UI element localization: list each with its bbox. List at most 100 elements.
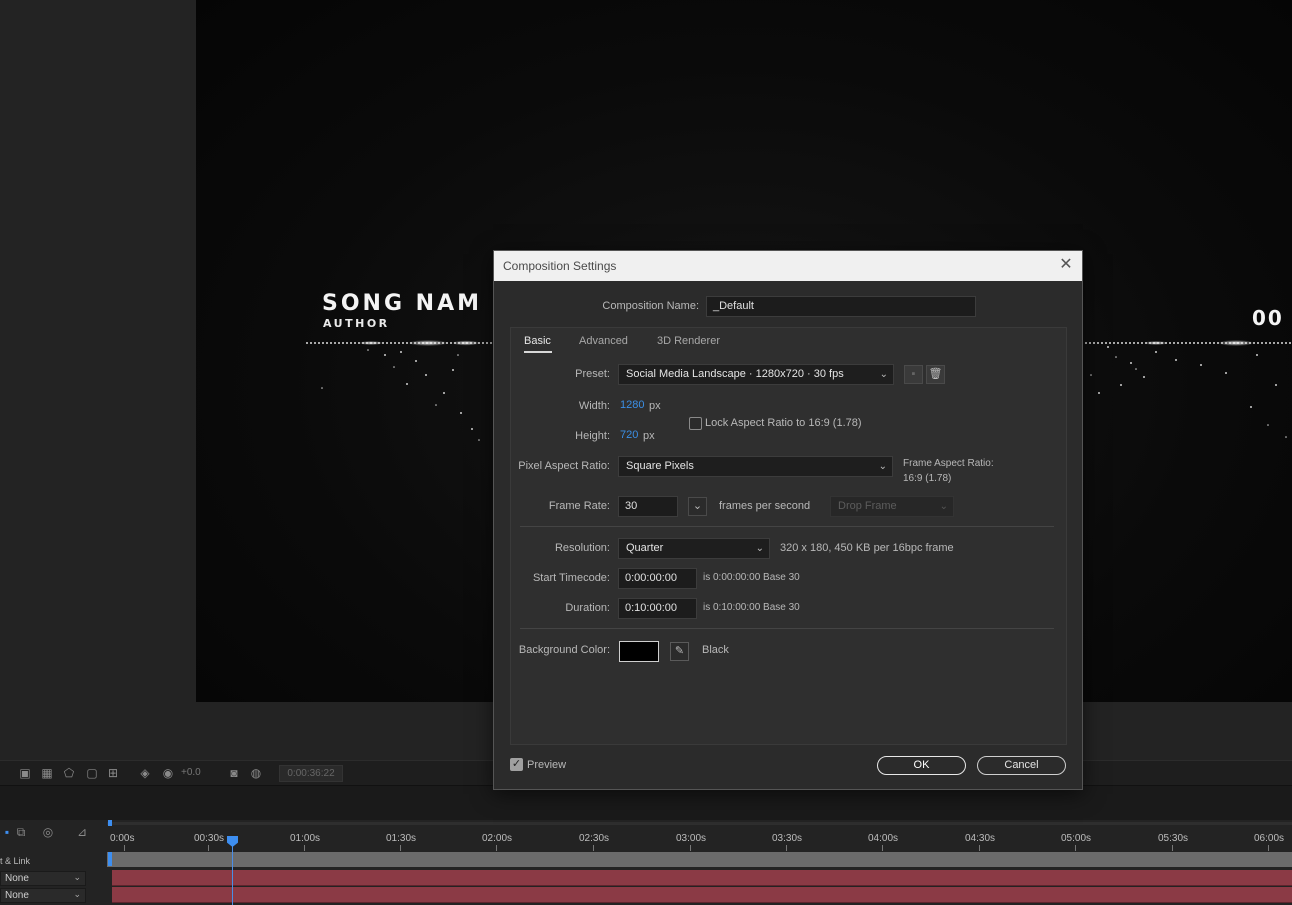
snapshot-camera-icon[interactable]: ◙ xyxy=(227,766,241,780)
ruler-tick xyxy=(496,845,497,851)
tab-basic[interactable]: Basic xyxy=(524,335,551,347)
drop-frame-value: Drop Frame xyxy=(838,500,897,512)
ruler-label: 05:30s xyxy=(1158,833,1189,844)
graph-editor-icon[interactable]: ⊿ xyxy=(75,825,89,839)
width-value[interactable]: 1280 xyxy=(620,399,644,411)
preset-value: Social Media Landscape · 1280x720 · 30 f… xyxy=(626,368,844,380)
par-value: Square Pixels xyxy=(626,460,694,472)
parent-dropdown[interactable]: None ⌄ xyxy=(0,871,86,886)
ruler-label: 05:00s xyxy=(1061,833,1092,844)
layer-duration-bar[interactable] xyxy=(112,887,1292,903)
ruler-label: 01:30s xyxy=(386,833,417,844)
resolution-dropdown[interactable]: Quarter ⌄ xyxy=(618,538,770,559)
exposure-value[interactable]: +0.0 xyxy=(181,767,201,778)
duration-input[interactable]: 0:10:00:00 xyxy=(618,598,697,619)
resolution-value: Quarter xyxy=(626,542,664,554)
height-label: Height: xyxy=(575,430,610,442)
ruler-tick xyxy=(1172,845,1173,851)
channel-icon[interactable]: ◈ xyxy=(138,766,152,780)
work-area-bar[interactable] xyxy=(107,852,1292,867)
start-timecode-info: is 0:00:00:00 Base 30 xyxy=(703,572,800,583)
layer-duration-bar[interactable] xyxy=(112,870,1292,886)
active-tab-indicator xyxy=(524,351,552,353)
width-label: Width: xyxy=(578,400,610,412)
bg-color-label: Background Color: xyxy=(518,644,610,656)
ruler-tick xyxy=(124,845,125,851)
layer-row[interactable]: None ⌄ xyxy=(0,871,106,888)
preview-checkbox[interactable]: ✓ xyxy=(510,758,523,771)
layer-row[interactable]: None ⌄ xyxy=(0,888,106,905)
mask-visibility-icon[interactable]: ⬠ xyxy=(62,766,76,780)
frame-rate-unit: frames per second xyxy=(719,500,811,512)
cancel-button[interactable]: Cancel xyxy=(977,756,1066,775)
frame-aspect-label: Frame Aspect Ratio: xyxy=(903,458,994,469)
current-time-display[interactable]: 0:00:36:22 xyxy=(279,765,343,782)
start-timecode-input[interactable]: 0:00:00:00 xyxy=(618,568,697,589)
ruler-tick xyxy=(304,845,305,851)
guides-icon[interactable]: ▢ xyxy=(85,766,99,780)
comp-flowchart-icon[interactable]: ⧉ xyxy=(14,825,28,839)
chevron-down-icon: ⌄ xyxy=(878,461,887,472)
chevron-down-icon: ⌄ xyxy=(755,543,764,554)
lock-aspect-label: Lock Aspect Ratio to 16:9 (1.78) xyxy=(705,417,862,429)
show-snapshot-icon[interactable]: ◍ xyxy=(249,766,263,780)
ruler-label: 04:00s xyxy=(868,833,899,844)
close-icon[interactable]: ✕ xyxy=(1058,257,1074,273)
chevron-down-icon: ⌄ xyxy=(879,369,888,380)
height-value[interactable]: 720 xyxy=(620,429,638,441)
ruler-label: 03:00s xyxy=(676,833,707,844)
dialog-titlebar: Composition Settings ✕ xyxy=(494,251,1082,281)
motion-blur-icon[interactable]: ◎ xyxy=(41,825,55,839)
frame-aspect-value: 16:9 (1.78) xyxy=(903,473,952,484)
timeline-header xyxy=(0,786,1292,820)
song-name-text: SONG NAM xyxy=(322,291,483,316)
frame-rate-label: Frame Rate: xyxy=(548,500,610,512)
work-area-start[interactable] xyxy=(108,820,113,867)
exposure-reset-icon[interactable]: ◉ xyxy=(161,766,175,780)
duration-label: Duration: xyxy=(565,602,610,614)
ruler-label: 03:30s xyxy=(772,833,803,844)
lock-aspect-checkbox[interactable] xyxy=(689,417,702,430)
delete-preset-icon[interactable]: 🗑 xyxy=(926,365,945,384)
preset-dropdown[interactable]: Social Media Landscape · 1280x720 · 30 f… xyxy=(618,364,894,385)
parent-dropdown[interactable]: None ⌄ xyxy=(0,888,86,903)
tab-3d-renderer[interactable]: 3D Renderer xyxy=(657,335,720,347)
section-divider xyxy=(520,526,1054,527)
preset-label: Preset: xyxy=(575,368,610,380)
time-ruler[interactable]: 0:00s 00:30s 01:00s 01:30s 02:00s 02:30s 03:00… xyxy=(107,822,1292,852)
section-divider xyxy=(520,628,1054,629)
ruler-tick xyxy=(1075,845,1076,851)
ruler-label: 06:00s xyxy=(1254,833,1285,844)
ok-button[interactable]: OK xyxy=(877,756,966,775)
preview-label: Preview xyxy=(527,759,567,771)
composition-settings-dialog: Composition Settings ✕ Composition Name:… xyxy=(493,250,1083,790)
ruler-tick xyxy=(1268,845,1269,851)
start-timecode-label: Start Timecode: xyxy=(532,572,610,584)
resolution-label: Resolution: xyxy=(554,542,610,554)
dialog-title: Composition Settings xyxy=(503,259,617,273)
grid-icon[interactable]: ⊞ xyxy=(106,766,120,780)
frame-rate-menu-icon[interactable]: ⌄ xyxy=(688,497,707,516)
bg-color-name: Black xyxy=(702,644,729,656)
par-dropdown[interactable]: Square Pixels ⌄ xyxy=(618,456,893,477)
eyedropper-icon[interactable]: ✎ xyxy=(670,642,689,661)
bg-color-swatch[interactable] xyxy=(619,641,659,662)
save-preset-icon[interactable]: ▪ xyxy=(904,365,923,384)
settings-panel xyxy=(510,327,1067,745)
width-unit: px xyxy=(649,400,661,412)
tab-advanced[interactable]: Advanced xyxy=(579,335,628,347)
region-of-interest-icon[interactable]: ▣ xyxy=(18,766,32,780)
frame-rate-input[interactable]: 30 xyxy=(618,496,678,517)
ruler-label: 04:30s xyxy=(965,833,996,844)
drop-frame-dropdown[interactable]: Drop Frame ⌄ xyxy=(830,496,954,517)
ruler-tick xyxy=(786,845,787,851)
ruler-label: 01:00s xyxy=(290,833,321,844)
ruler-label: 02:00s xyxy=(482,833,513,844)
draft-3d-icon[interactable]: ▪ xyxy=(0,825,14,839)
playhead-line[interactable] xyxy=(232,844,233,905)
comp-name-input[interactable]: _Default xyxy=(706,296,976,317)
transparency-grid-icon[interactable]: ▦ xyxy=(40,766,54,780)
ruler-tick xyxy=(882,845,883,851)
ruler-tick xyxy=(979,845,980,851)
ruler-tick xyxy=(400,845,401,851)
